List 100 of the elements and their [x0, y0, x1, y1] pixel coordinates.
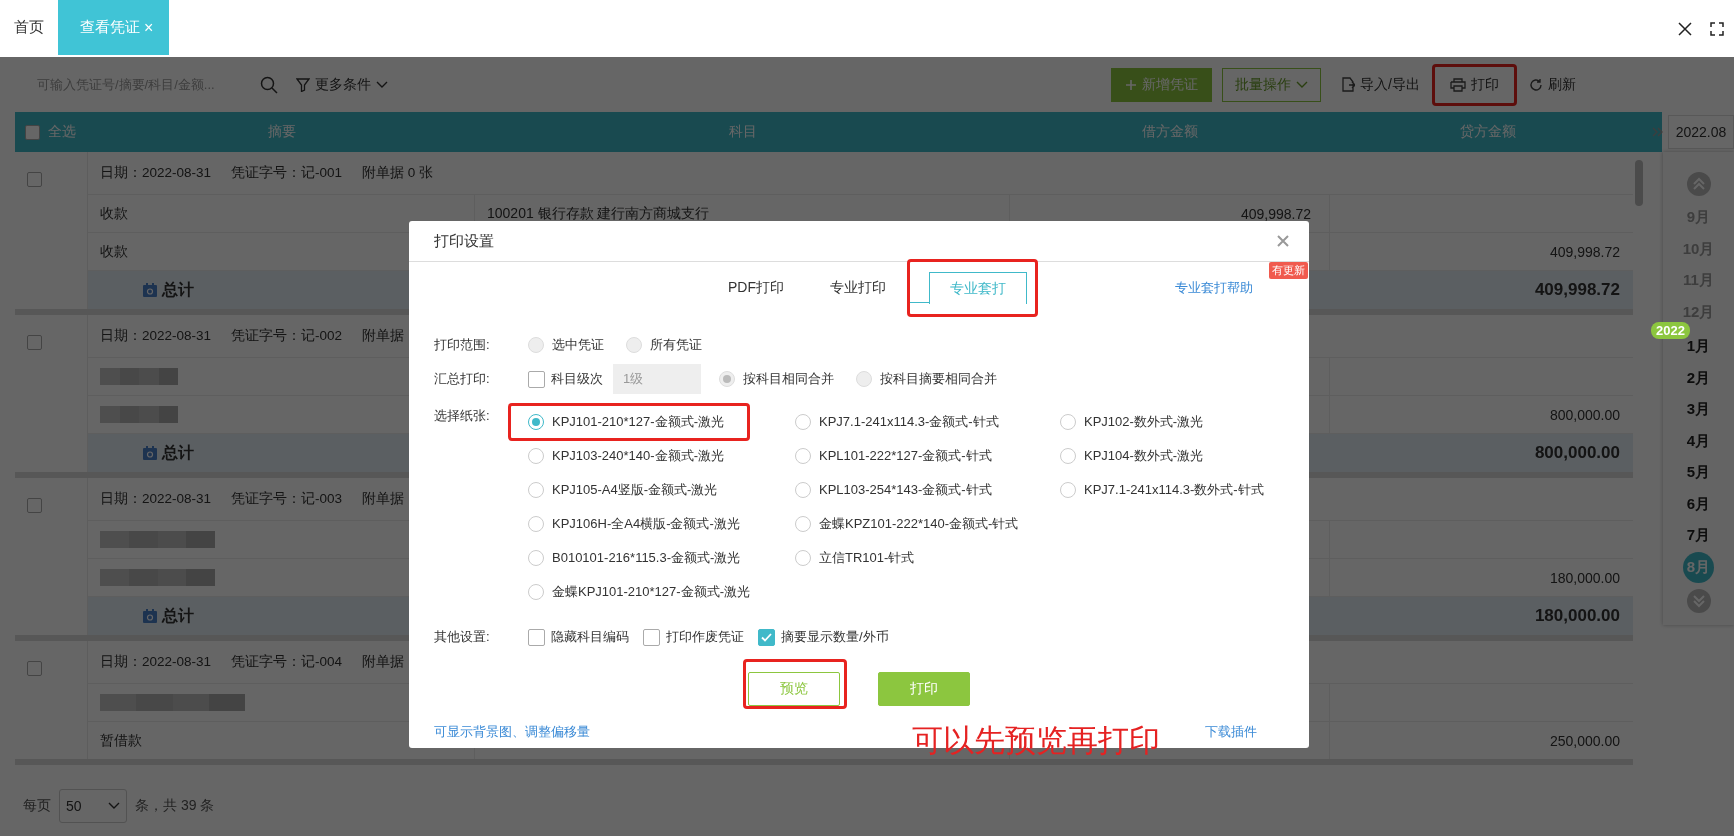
more-filters-button[interactable]: 更多条件: [290, 71, 394, 98]
table-cell: 100201 银行存款 建行南方商城支行: [487, 204, 710, 223]
radio-button[interactable]: [1060, 448, 1076, 464]
radio-button[interactable]: [795, 414, 811, 430]
refresh-icon: [1529, 77, 1543, 92]
column-header: 全选: [48, 123, 76, 141]
radio-label[interactable]: 立信TR101-针式: [819, 549, 915, 567]
month-item[interactable]: 3月: [1686, 394, 1711, 426]
radio-label[interactable]: 金蝶KPZ101-222*140-金额式-针式: [819, 515, 1019, 533]
background-offset-link[interactable]: 可显示背景图、调整偏移量: [434, 723, 590, 741]
page-size-select[interactable]: 50: [59, 789, 127, 823]
column-header[interactable]: 科目: [728, 123, 757, 141]
close-icon[interactable]: [1678, 21, 1692, 36]
checkbox[interactable]: [25, 124, 40, 140]
radio-label[interactable]: KPL103-254*143-金额式-针式: [819, 481, 992, 499]
radio-label[interactable]: KPL101-222*127-金额式-针式: [819, 447, 992, 465]
fullscreen-icon[interactable]: [1710, 21, 1724, 36]
dialog-title: 打印设置: [434, 231, 494, 251]
radio-label[interactable]: KPJ7.1-241x114.3-金额式-针式: [819, 413, 999, 431]
field-label: 汇总打印:: [434, 370, 491, 388]
table-cell: 暂借款: [100, 731, 142, 750]
checkbox-label[interactable]: 摘要显示数量/外币: [781, 628, 889, 646]
batch-actions-button[interactable]: 批量操作: [1222, 67, 1322, 102]
checkbox[interactable]: [27, 335, 42, 350]
month-item[interactable]: 8月: [1683, 551, 1714, 583]
field-label: 选择纸张:: [434, 407, 491, 425]
checkbox[interactable]: [27, 172, 42, 187]
help-link[interactable]: 专业套打帮助: [1175, 280, 1253, 295]
close-tab-button[interactable]: ×: [144, 18, 154, 37]
column-header[interactable]: 摘要: [267, 123, 296, 141]
total-amount: 800,000.00: [1534, 443, 1620, 463]
radio-button[interactable]: [795, 448, 811, 464]
radio-button[interactable]: [528, 482, 544, 498]
checkbox-label[interactable]: 科目级次: [551, 370, 603, 388]
column-header[interactable]: 借方金额: [1142, 123, 1198, 141]
calendar-icon: [142, 445, 158, 461]
refresh-button[interactable]: 刷新: [1519, 69, 1586, 100]
radio-label[interactable]: KPJ102-数外式-激光: [1084, 413, 1204, 431]
column-header[interactable]: 贷方金额: [1459, 123, 1516, 141]
radio-button[interactable]: [795, 550, 811, 566]
table-cell: 409,998.72: [1549, 243, 1620, 260]
print-button[interactable]: 打印: [1440, 69, 1509, 100]
year-badge: 2022: [1651, 322, 1690, 339]
radio-label[interactable]: KPJ103-240*140-金额式-激光: [552, 447, 724, 465]
checkbox[interactable]: [528, 370, 545, 388]
radio-label[interactable]: KPJ106H-全A4横版-金额式-激光: [552, 515, 740, 533]
update-badge: 有更新: [1269, 262, 1308, 279]
radio-label[interactable]: KPJ105-A4竖版-金额式-激光: [552, 481, 718, 499]
import-export-button[interactable]: 导入/导出: [1331, 69, 1430, 100]
checkbox[interactable]: [528, 628, 545, 646]
voucher-date: 日期：2022-08-31: [100, 327, 212, 345]
scrollbar-thumb[interactable]: [1635, 160, 1643, 206]
radio-label[interactable]: KPJ101-210*127-金额式-激光: [552, 413, 724, 431]
radio-label[interactable]: B010101-216*115.3-金额式-激光: [552, 549, 741, 567]
month-item[interactable]: 6月: [1686, 488, 1711, 520]
radio-button[interactable]: [528, 516, 544, 532]
radio-button[interactable]: [528, 550, 544, 566]
month-item[interactable]: 4月: [1686, 425, 1711, 457]
total-amount: 409,998.72: [1534, 280, 1620, 300]
checkbox[interactable]: [758, 628, 775, 646]
total-label: 总计: [162, 442, 194, 463]
field-label: 打印范围:: [434, 336, 491, 354]
radio-button[interactable]: [795, 516, 811, 532]
preview-button[interactable]: 预览: [748, 672, 840, 706]
table-cell: 800,000.00: [1549, 406, 1620, 423]
month-item[interactable]: 5月: [1686, 457, 1711, 489]
page-tab[interactable]: 首页: [0, 0, 58, 55]
checkbox[interactable]: [27, 498, 42, 513]
checkbox[interactable]: [27, 661, 42, 676]
scroll-up-icon[interactable]: [1686, 172, 1711, 196]
checkbox[interactable]: [643, 628, 660, 646]
print-mode-tab[interactable]: 专业套打: [929, 272, 1027, 304]
search-icon[interactable]: [260, 75, 278, 94]
radio-button[interactable]: [1060, 414, 1076, 430]
scroll-down-icon[interactable]: [1686, 588, 1711, 613]
attachment-count: 附单据: [362, 653, 405, 671]
caret-icon: [1296, 80, 1309, 89]
checkbox-label[interactable]: 隐藏科目编码: [551, 628, 629, 646]
table-cell: 收款: [100, 242, 128, 261]
export-document-icon: [1341, 77, 1356, 92]
radio-label[interactable]: 金蝶KPJ101-210*127-金额式-激光: [552, 583, 750, 601]
total-label: 总计: [162, 279, 194, 300]
radio-label[interactable]: KPJ104-数外式-激光: [1084, 447, 1204, 465]
radio-button[interactable]: [528, 584, 544, 600]
radio-button[interactable]: [528, 448, 544, 464]
printer-icon: [1450, 77, 1466, 92]
checkbox-label[interactable]: 打印作废凭证: [666, 628, 744, 646]
print-button[interactable]: 打印: [878, 672, 970, 706]
month-item[interactable]: 2月: [1686, 362, 1711, 394]
radio-button[interactable]: [1060, 482, 1076, 498]
radio-button[interactable]: [528, 414, 544, 430]
record-count: 条，共 39 条: [135, 797, 215, 815]
radio-button[interactable]: [795, 482, 811, 498]
month-item[interactable]: 7月: [1686, 520, 1711, 552]
radio-label[interactable]: KPJ7.1-241x114.3-数外式-针式: [1084, 481, 1264, 499]
page-tab[interactable]: 查看凭证 ×: [58, 0, 170, 55]
caret-icon: [376, 80, 388, 89]
calendar-icon: [142, 608, 158, 624]
double-chevron-icon[interactable]: [1652, 126, 1664, 138]
download-plugin-link[interactable]: 下载插件: [1205, 723, 1257, 741]
